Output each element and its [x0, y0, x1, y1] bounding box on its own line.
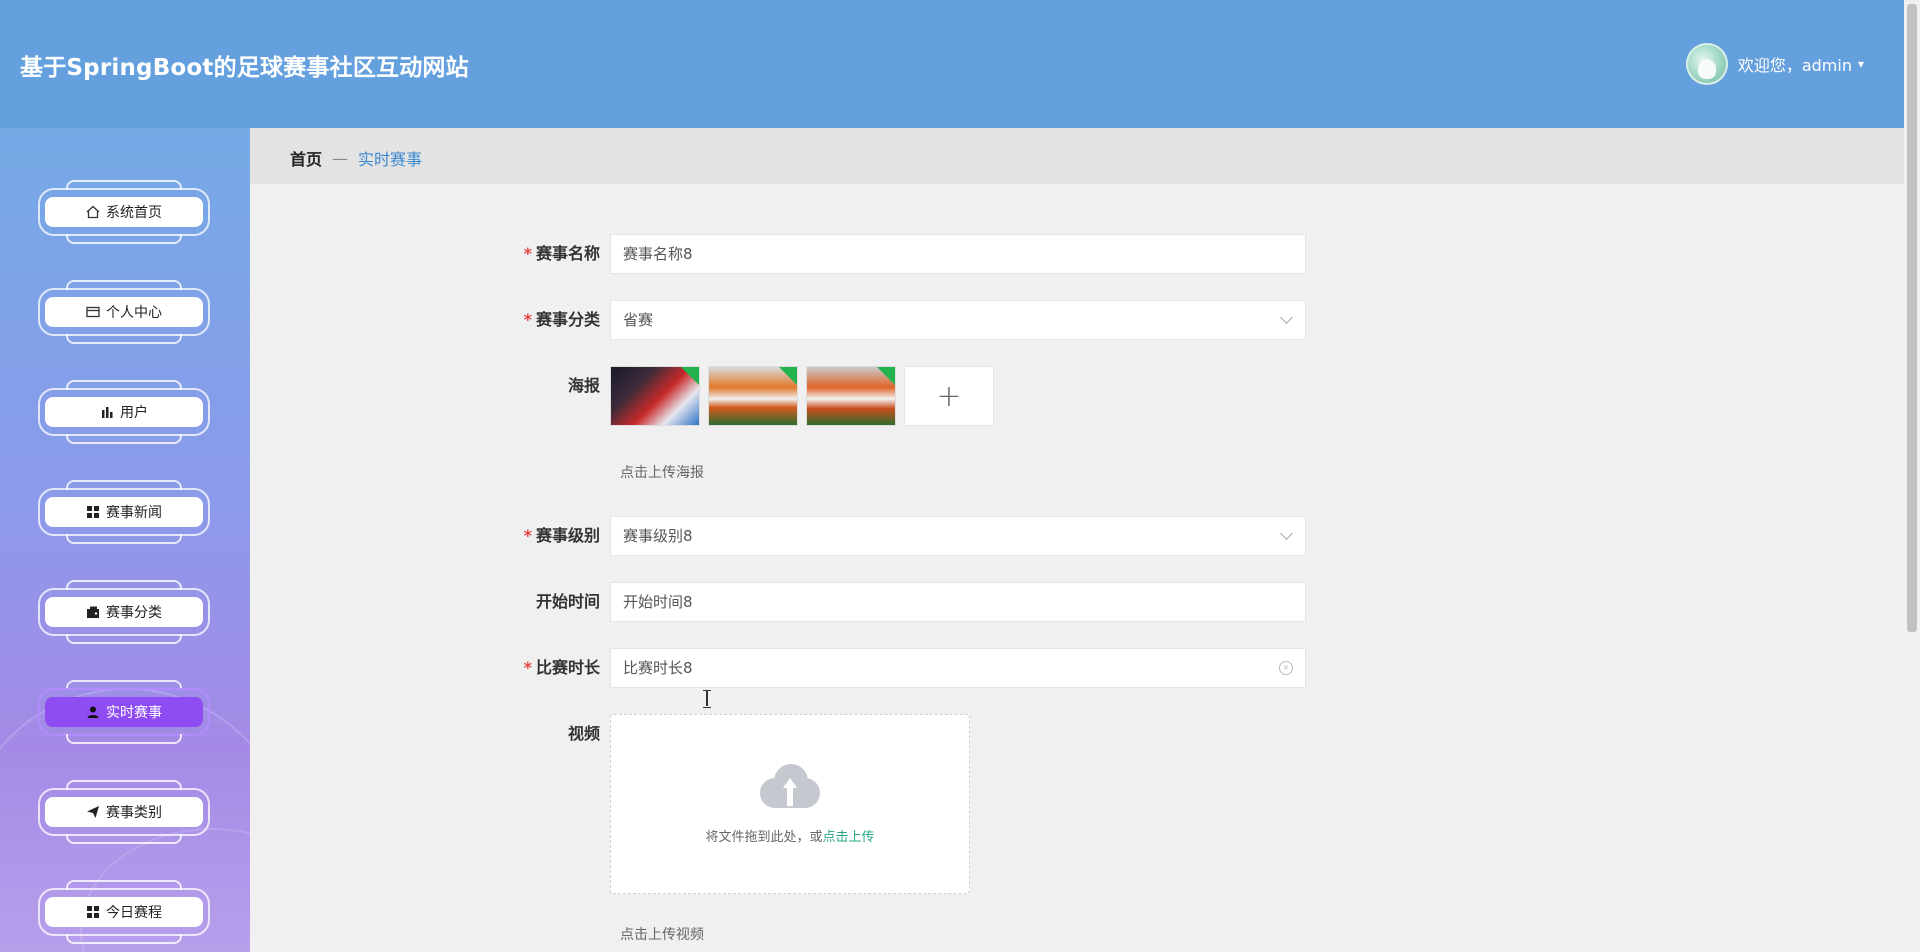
chevron-down-icon: [1280, 527, 1293, 540]
sidebar-item-button[interactable]: 今日赛程: [45, 897, 203, 927]
sidebar-item-schedule[interactable]: 今日赛程: [38, 880, 210, 944]
sidebar-item-label: 赛事类别: [106, 805, 162, 821]
required-mark: *: [523, 658, 532, 677]
site-title: 基于SpringBoot的足球赛事社区互动网站: [20, 55, 469, 81]
breadcrumb: 首页 — 实时赛事: [250, 128, 1904, 184]
scrollbar-thumb[interactable]: [1907, 4, 1917, 632]
welcome-text[interactable]: 欢迎您，admin: [1738, 52, 1852, 76]
chevron-down-icon: [1280, 311, 1293, 324]
field-label: 开始时间: [535, 592, 600, 611]
sidebar-item-button[interactable]: 赛事分类: [45, 597, 203, 627]
field-label: 海报: [567, 376, 600, 395]
poster-thumbnails: +: [610, 366, 994, 426]
clear-icon[interactable]: ×: [1279, 661, 1293, 675]
poster-thumbnail[interactable]: [806, 366, 896, 426]
form-row-level: * 赛事级别 赛事级别8: [500, 516, 1306, 556]
sidebar-item-match-type[interactable]: 赛事类别: [38, 780, 210, 844]
match-name-input[interactable]: 赛事名称8: [610, 234, 1306, 274]
sidebar-item-users[interactable]: 用户: [38, 380, 210, 444]
sidebar-item-button[interactable]: 用户: [45, 397, 203, 427]
sidebar-item-profile[interactable]: 个人中心: [38, 280, 210, 344]
form-row-start-time: 开始时间 开始时间8: [500, 582, 1306, 622]
category-select-value: 省赛: [623, 311, 654, 329]
caret-down-icon[interactable]: ▾: [1858, 57, 1864, 71]
breadcrumb-separator: —: [332, 148, 349, 168]
required-mark: *: [523, 310, 532, 329]
add-poster-button[interactable]: +: [904, 366, 994, 426]
sidebar-item-button[interactable]: 赛事类别: [45, 797, 203, 827]
poster-hint: 点击上传海报: [620, 465, 704, 481]
sidebar-item-button[interactable]: 系统首页: [45, 197, 203, 227]
poster-thumbnail[interactable]: [708, 366, 798, 426]
field-label: 比赛时长: [535, 658, 600, 677]
category-select[interactable]: 省赛: [610, 300, 1306, 340]
text-cursor-icon: [703, 690, 711, 708]
upload-drop-text: 将文件拖到此处，或: [705, 829, 823, 845]
field-label: 赛事分类: [535, 310, 600, 329]
form-row-poster: 海报 +: [500, 366, 994, 426]
wallet-icon: [86, 605, 100, 619]
sidebar-item-home[interactable]: 系统首页: [38, 180, 210, 244]
bar-chart-icon: [100, 405, 114, 419]
field-label: 赛事级别: [535, 526, 600, 545]
scrollbar[interactable]: [1904, 0, 1920, 952]
form-row-name: * 赛事名称 赛事名称8: [500, 234, 1306, 274]
sidebar-item-live-match[interactable]: 实时赛事: [38, 680, 210, 744]
sidebar-item-button[interactable]: 赛事新闻: [45, 497, 203, 527]
cloud-upload-icon: [760, 763, 820, 808]
top-header: 基于SpringBoot的足球赛事社区互动网站 欢迎您，admin ▾: [0, 0, 1904, 128]
sidebar-item-label: 系统首页: [106, 205, 162, 221]
card-icon: [86, 305, 100, 319]
sidebar-item-label: 实时赛事: [106, 705, 162, 721]
video-hint: 点击上传视频: [620, 927, 704, 943]
start-time-input[interactable]: 开始时间8: [610, 582, 1306, 622]
form-row-video: 视频 将文件拖到此处，或点击上传: [500, 714, 970, 894]
sidebar-item-button[interactable]: 个人中心: [45, 297, 203, 327]
sidebar-item-label: 赛事新闻: [106, 505, 162, 521]
sidebar: 系统首页 个人中心 用户 赛事新闻 赛事分类 实时赛事 赛事类别 今日赛程: [0, 128, 250, 952]
level-select[interactable]: 赛事级别8: [610, 516, 1306, 556]
poster-thumbnail[interactable]: [610, 366, 700, 426]
sidebar-item-news[interactable]: 赛事新闻: [38, 480, 210, 544]
required-mark: *: [523, 526, 532, 545]
duration-input-value: 比赛时长8: [623, 659, 693, 677]
sidebar-item-button[interactable]: 实时赛事: [45, 697, 203, 727]
form-row-duration: * 比赛时长 比赛时长8 ×: [500, 648, 1306, 688]
field-label: 视频: [567, 724, 600, 743]
video-upload-dropzone[interactable]: 将文件拖到此处，或点击上传: [610, 714, 970, 894]
form-row-category: * 赛事分类 省赛: [500, 300, 1306, 340]
sidebar-item-label: 今日赛程: [106, 905, 162, 921]
field-label: 赛事名称: [535, 244, 600, 263]
sidebar-item-label: 赛事分类: [106, 605, 162, 621]
grid-icon: [86, 905, 100, 919]
duration-input[interactable]: 比赛时长8 ×: [610, 648, 1306, 688]
user-menu[interactable]: 欢迎您，admin ▾: [1685, 43, 1864, 85]
user-icon: [86, 705, 100, 719]
required-mark: *: [523, 244, 532, 263]
breadcrumb-home[interactable]: 首页: [290, 146, 322, 170]
avatar[interactable]: [1685, 43, 1728, 85]
breadcrumb-current: 实时赛事: [358, 150, 423, 169]
sidebar-item-label: 用户: [120, 405, 148, 421]
sidebar-item-label: 个人中心: [106, 305, 162, 321]
level-select-value: 赛事级别8: [623, 527, 693, 545]
paper-plane-icon: [86, 805, 100, 819]
sidebar-item-category[interactable]: 赛事分类: [38, 580, 210, 644]
grid-icon: [86, 505, 100, 519]
upload-link[interactable]: 点击上传: [823, 830, 875, 845]
home-icon: [86, 205, 100, 219]
